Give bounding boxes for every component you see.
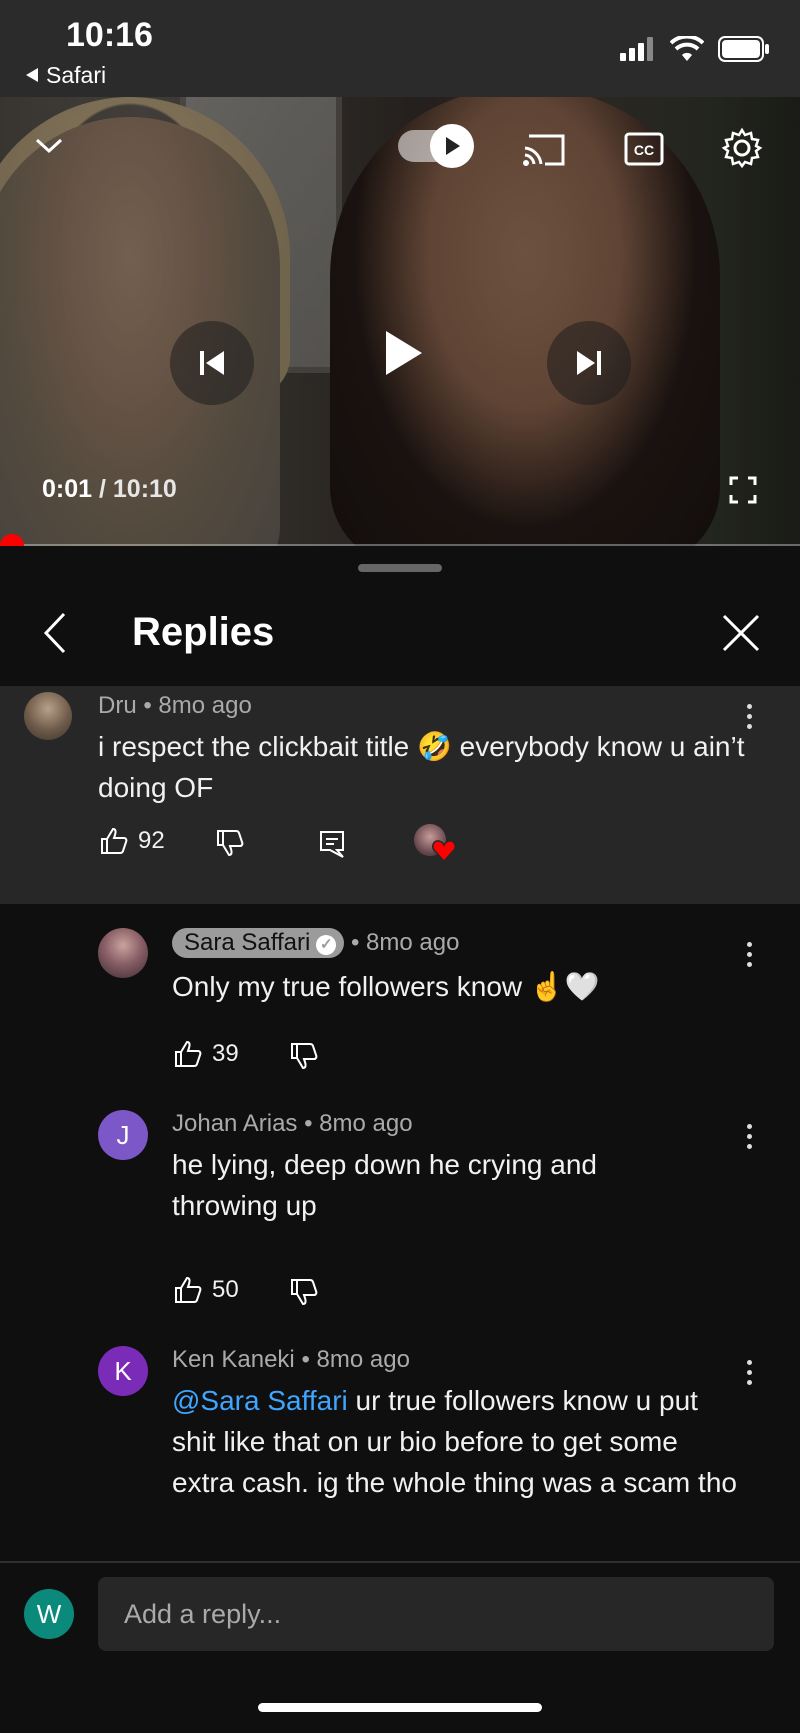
close-button[interactable] <box>722 614 760 657</box>
duration: 10:10 <box>112 475 177 503</box>
dislike-button[interactable] <box>290 1278 318 1306</box>
time-separator: / <box>92 475 113 503</box>
like-count: 50 <box>212 1276 239 1303</box>
comment-author[interactable]: Ken Kaneki <box>172 1346 295 1373</box>
parent-comment: Dru • 8mo ago i respect the clickbait ti… <box>0 686 800 904</box>
like-count: 39 <box>212 1040 239 1067</box>
status-time: 10:16 <box>66 16 153 54</box>
like-button[interactable]: 39 <box>174 1040 239 1068</box>
play-icon <box>386 331 422 375</box>
comment-text: Only my true followers know ☝️🤍 <box>172 971 600 1002</box>
verified-check-icon: ✓ <box>316 935 337 955</box>
autoplay-toggle[interactable] <box>398 124 474 168</box>
comment-author[interactable]: Johan Arias <box>172 1110 297 1137</box>
creator-badge[interactable]: Sara Saffari ✓ <box>172 928 345 958</box>
comment-age: 8mo ago <box>319 1110 413 1137</box>
status-icons <box>620 36 770 62</box>
comment-text: i respect the clickbait title 🤣 everybod… <box>98 731 745 803</box>
progress-bar[interactable] <box>0 544 800 546</box>
comment-text: he lying, deep down he crying and throwi… <box>172 1149 597 1221</box>
battery-icon <box>718 36 769 62</box>
avatar[interactable] <box>24 692 72 740</box>
skip-next-icon <box>577 351 601 375</box>
play-button[interactable] <box>360 315 430 396</box>
home-indicator[interactable] <box>258 1703 542 1712</box>
thumbs-down-icon <box>291 1279 318 1306</box>
avatar[interactable] <box>98 928 148 978</box>
drag-handle[interactable] <box>358 564 442 572</box>
close-icon <box>722 614 760 652</box>
back-to-safari[interactable]: Safari <box>26 62 106 89</box>
back-button[interactable] <box>42 612 68 659</box>
skip-previous-icon <box>200 351 224 375</box>
reply-comment-icon <box>320 831 344 858</box>
svg-text:CC: CC <box>634 142 654 158</box>
comment-meta: Sara Saffari ✓ • 8mo ago <box>172 928 459 958</box>
chevron-left-icon <box>43 612 66 654</box>
replies-panel: Replies Dru • 8mo ago i respect the clic… <box>0 546 800 1731</box>
autoplay-play-icon <box>430 124 474 168</box>
wifi-icon <box>670 36 704 61</box>
panel-title: Replies <box>132 610 275 654</box>
back-app-label: Safari <box>46 62 107 88</box>
dislike-button[interactable] <box>290 1042 318 1070</box>
meta-separator: • <box>301 1346 310 1373</box>
user-mention[interactable]: @Sara Saffari <box>172 1385 348 1416</box>
comment-meta: Dru • 8mo ago <box>98 692 252 720</box>
cellular-signal-icon <box>620 37 653 61</box>
fullscreen-icon[interactable] <box>729 476 757 509</box>
like-button[interactable]: 92 <box>100 827 165 855</box>
like-count: 92 <box>138 827 165 854</box>
current-time: 0:01 <box>42 475 93 503</box>
comment-age: 8mo ago <box>158 692 252 719</box>
avatar[interactable]: J <box>98 1110 148 1160</box>
status-bar: 10:16 Safari <box>0 0 800 97</box>
scrubber-handle[interactable] <box>0 534 24 546</box>
comment-author[interactable]: Dru <box>98 692 137 719</box>
video-player[interactable]: CC 0:01 / 10:10 <box>0 97 800 546</box>
user-avatar[interactable]: W <box>24 1589 74 1639</box>
heart-icon <box>432 840 456 867</box>
thumbs-down-icon <box>217 830 244 857</box>
thumbs-up-icon <box>175 1276 202 1303</box>
more-options-icon[interactable] <box>746 1360 754 1390</box>
thumbs-down-icon <box>291 1043 318 1070</box>
comment-meta: Ken Kaneki • 8mo ago <box>172 1346 410 1374</box>
thumbs-up-icon <box>101 827 128 854</box>
next-video-button[interactable] <box>547 321 631 405</box>
reply-button[interactable] <box>318 829 346 859</box>
settings-gear-icon[interactable] <box>721 127 763 174</box>
meta-separator: • <box>350 929 360 956</box>
thumbs-up-icon <box>175 1040 202 1067</box>
previous-video-button[interactable] <box>170 321 254 405</box>
comment-age: 8mo ago <box>366 929 460 956</box>
avatar[interactable]: K <box>98 1346 148 1396</box>
like-button[interactable]: 50 <box>174 1276 239 1304</box>
comment-author: Sara Saffari <box>184 929 311 956</box>
cast-icon[interactable] <box>523 132 567 173</box>
reply-input[interactable] <box>98 1577 774 1651</box>
comment-age: 8mo ago <box>316 1346 410 1373</box>
captions-icon[interactable]: CC <box>624 132 664 171</box>
comment-meta: Johan Arias • 8mo ago <box>172 1110 413 1138</box>
more-options-icon[interactable] <box>746 1124 754 1154</box>
meta-separator: • <box>304 1110 313 1137</box>
minimize-player-icon[interactable] <box>34 137 64 160</box>
meta-separator: • <box>143 692 152 719</box>
back-arrow-icon <box>26 68 38 82</box>
video-timestamp: 0:01 / 10:10 <box>42 475 177 504</box>
comment-text: @Sara Saffari ur true followers know u p… <box>172 1380 742 1503</box>
dislike-button[interactable] <box>216 829 244 857</box>
